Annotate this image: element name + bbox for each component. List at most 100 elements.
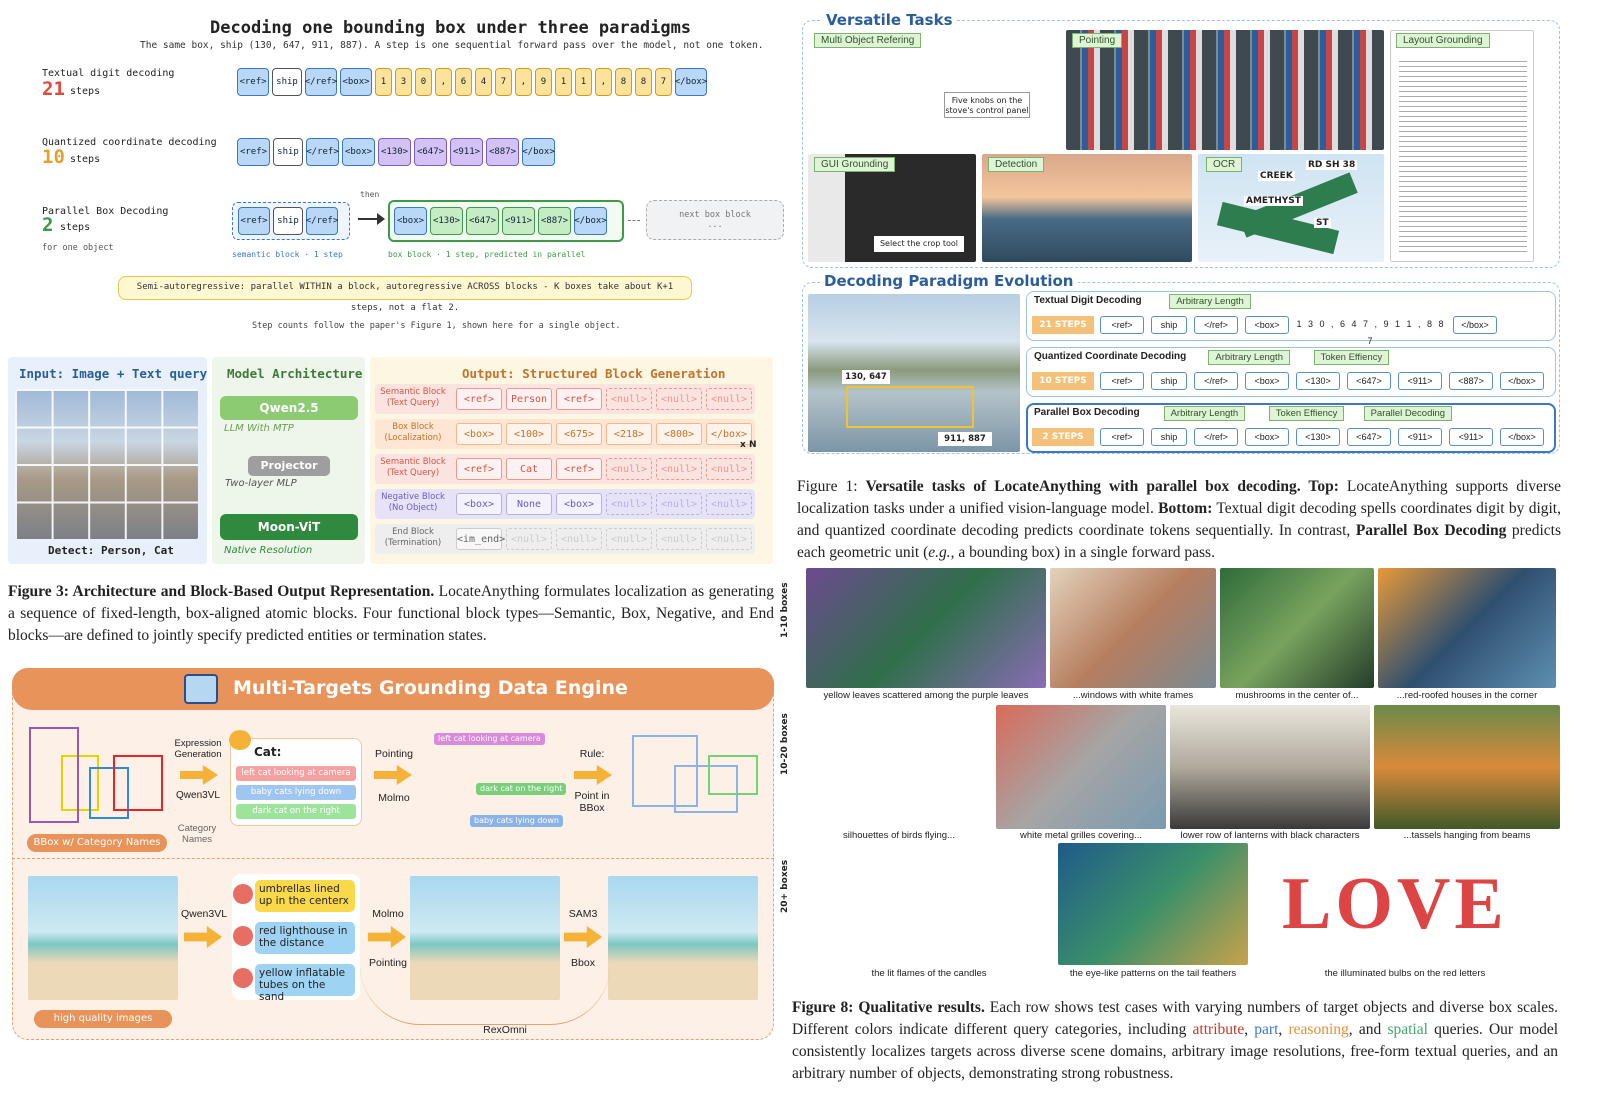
qual-image-r2 bbox=[996, 705, 1166, 829]
arrow-next bbox=[628, 220, 640, 221]
qual-caption-r3: the eye-like patterns on the tail feathe… bbox=[1069, 968, 1237, 979]
paradigm-token: </ref> bbox=[1194, 372, 1238, 390]
semi-autoregressive-note: Semi-autoregressive: parallel WITHIN a b… bbox=[118, 276, 692, 313]
paradigm-token: <ref> bbox=[1100, 428, 1144, 446]
token: <ref> bbox=[238, 207, 270, 235]
cat-heading: Cat: bbox=[254, 745, 282, 759]
hq-chip: high quality images bbox=[34, 1010, 172, 1028]
qual-caption-r2: lower row of lanterns with black charact… bbox=[1180, 830, 1360, 841]
qual-caption-r1: ...windows with white frames bbox=[1072, 690, 1194, 701]
paradigm-tag: Token Effiency bbox=[1268, 406, 1345, 421]
paradigm-token: <887> bbox=[1449, 372, 1493, 390]
token: <box> bbox=[394, 207, 427, 235]
row1-count: 21 bbox=[42, 78, 65, 100]
block-name: Negative Block (No Object) bbox=[381, 492, 445, 513]
paradigm-token: </box> bbox=[1453, 316, 1497, 334]
block-cell: <null> bbox=[506, 528, 552, 550]
paradigm-token: <911> bbox=[1449, 428, 1493, 446]
block-name: Semantic Block (Text Query) bbox=[380, 457, 446, 478]
then-label: then bbox=[360, 190, 380, 199]
cat-photo-1 bbox=[27, 725, 167, 825]
token: ship bbox=[273, 138, 303, 166]
token: <ref> bbox=[237, 68, 269, 96]
rex-curve bbox=[360, 965, 610, 1025]
block-cell: <675> bbox=[556, 423, 602, 445]
token: 7 bbox=[495, 68, 512, 96]
task-tag: Detection bbox=[988, 157, 1045, 172]
query-item-icon bbox=[233, 926, 253, 946]
paradigm-token: <ref> bbox=[1100, 372, 1144, 390]
token: 1 bbox=[375, 68, 392, 96]
crop-text: Select the crop tool bbox=[879, 239, 959, 248]
token: </box> bbox=[522, 138, 555, 166]
cat-reasoning: reasoning bbox=[1288, 1021, 1349, 1038]
mtp-label: LLM With MTP bbox=[224, 423, 294, 434]
qual-image-r2 bbox=[1170, 705, 1370, 829]
paradigm-token: ship bbox=[1151, 316, 1187, 334]
block-name: End Block (Termination) bbox=[384, 527, 442, 548]
paradigm-tag: Arbitrary Length bbox=[1163, 406, 1246, 421]
xn-label: x N bbox=[740, 440, 757, 450]
qwen-label: Qwen2.5 bbox=[259, 401, 319, 415]
row3-label: Parallel Box Decoding bbox=[42, 206, 169, 217]
vit-label: Moon-ViT bbox=[257, 520, 321, 534]
paradigm-token: <647> bbox=[1347, 372, 1391, 390]
semi-note-text: Semi-autoregressive: parallel WITHIN a b… bbox=[136, 282, 674, 313]
fig8-and: , and bbox=[1348, 1021, 1388, 1038]
token: 4 bbox=[475, 68, 492, 96]
token: 6 bbox=[455, 68, 472, 96]
cat-names-label: Category Names bbox=[177, 823, 217, 845]
rule-label: Rule: bbox=[579, 748, 605, 760]
block-cell: <ref> bbox=[556, 388, 602, 410]
task-tag: Layout Grounding bbox=[1396, 33, 1490, 48]
block-cell: <800> bbox=[656, 423, 702, 445]
paradigm-name: Textual Digit Decoding bbox=[1034, 295, 1142, 306]
token: 9 bbox=[535, 68, 552, 96]
block-cell: <null> bbox=[606, 528, 652, 550]
row3-count: 2 bbox=[42, 214, 54, 236]
paradigm-name: Quantized Coordinate Decoding bbox=[1034, 351, 1187, 362]
task-img-parking bbox=[1066, 30, 1384, 150]
arrow-then-head bbox=[377, 213, 385, 225]
steps-footnote: Step counts follow the paper's Figure 1,… bbox=[252, 321, 621, 331]
paradigm-token: 1 3 0 , 6 4 7 , 9 1 1 , 8 8 7 bbox=[1296, 316, 1446, 346]
fig8-caption: Figure 8: Qualitative results. Each row … bbox=[792, 999, 1559, 1082]
token: 1 bbox=[575, 68, 592, 96]
query-item-icon bbox=[233, 968, 253, 988]
qual-image-r3 bbox=[806, 843, 1052, 965]
block-cell: <null> bbox=[606, 458, 652, 480]
token: <box> bbox=[342, 138, 375, 166]
qwen3vl-label: Qwen3VL bbox=[176, 790, 220, 801]
cat-attribute: attribute bbox=[1192, 1021, 1245, 1038]
projector-box: Projector bbox=[248, 456, 330, 476]
token: <887> bbox=[538, 207, 571, 235]
fig1-cap-a: Figure 1: bbox=[797, 478, 866, 495]
qual-image-r1 bbox=[1050, 568, 1216, 688]
paradigm-token: </ref> bbox=[1194, 316, 1238, 334]
ocr-word: ST bbox=[1314, 218, 1331, 228]
block-cell: <box> bbox=[556, 493, 602, 515]
expr-label: Expression Generation bbox=[174, 738, 222, 760]
vit-box: Moon-ViT bbox=[220, 514, 358, 540]
token: </ref> bbox=[306, 207, 338, 235]
paradigm-token: </ref> bbox=[1194, 428, 1238, 446]
versatile-title: Versatile Tasks bbox=[822, 11, 957, 29]
next-box-block: next box block ... bbox=[646, 200, 784, 240]
fig1-cap-i: , a bounding box) in a single forward pa… bbox=[950, 544, 1215, 561]
coord-2: 911, 887 bbox=[944, 434, 986, 444]
token: 1 bbox=[555, 68, 572, 96]
paradigm-token: <box> bbox=[1245, 428, 1289, 446]
paradigm-token: <box> bbox=[1245, 372, 1289, 390]
block-cell: <null> bbox=[706, 528, 752, 550]
block-cell: <box> bbox=[456, 493, 502, 515]
overlay-tag: baby cats lying down bbox=[470, 815, 563, 827]
token: </box> bbox=[574, 207, 607, 235]
row3-sub: for one object bbox=[42, 243, 114, 253]
qwen3vl-label-2: Qwen3VL bbox=[180, 908, 228, 920]
ship-photo bbox=[808, 294, 1020, 452]
fig1-cap-d: Bottom: bbox=[1158, 500, 1213, 517]
ocr-word: CREEK bbox=[1258, 171, 1295, 181]
projector-label: Projector bbox=[260, 459, 318, 472]
qual-image-r1 bbox=[1378, 568, 1556, 688]
fig3-input-caption: Detect: Person, Cat bbox=[48, 544, 174, 557]
